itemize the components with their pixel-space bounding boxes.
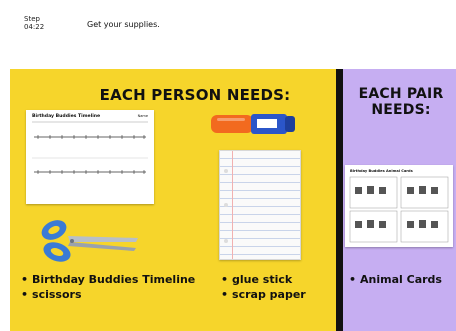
pair-heading: EACH PAIR NEEDS: xyxy=(345,86,456,118)
step-indicator: Step 04:22 xyxy=(24,15,44,31)
pair-heading-line1: EACH PAIR xyxy=(358,86,444,102)
step-label: Step xyxy=(24,15,40,23)
timeline-worksheet-image: Birthday Buddies Timeline Name xyxy=(26,110,154,204)
list-item: scissors xyxy=(21,287,195,302)
pair-heading-line2: NEEDS: xyxy=(371,102,431,118)
list-item: Birthday Buddies Timeline xyxy=(21,272,195,287)
animal-cards-image: Birthday Buddies Animal Cards xyxy=(345,165,453,247)
glue-stick-icon xyxy=(211,114,295,134)
list-item: scrap paper xyxy=(221,287,306,302)
scissors-icon xyxy=(41,220,138,262)
timeline-lines xyxy=(32,121,148,174)
step-timer: 04:22 xyxy=(24,23,45,31)
list-item: glue stick xyxy=(221,272,306,287)
panel-divider xyxy=(336,69,343,331)
person-supply-list: Birthday Buddies Timeline scissors xyxy=(21,272,195,302)
person-heading: EACH PERSON NEEDS: xyxy=(99,86,291,104)
animal-card-grid xyxy=(349,176,449,243)
pair-supply-list: Animal Cards xyxy=(349,272,442,287)
list-item: Animal Cards xyxy=(349,272,442,287)
lined-paper-icon xyxy=(219,150,301,260)
person-supply-list-2: glue stick scrap paper xyxy=(221,272,306,302)
slide: Step 04:22 Get your supplies. EACH PERSO… xyxy=(0,0,456,331)
instruction-text: Get your supplies. xyxy=(87,20,160,29)
